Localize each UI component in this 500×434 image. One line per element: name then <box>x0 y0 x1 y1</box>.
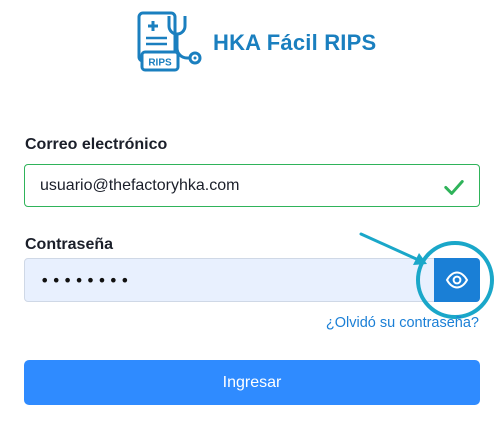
app-title: HKA Fácil RIPS <box>213 30 377 55</box>
password-field[interactable] <box>25 259 405 301</box>
medical-document-icon: RIPS <box>137 11 202 72</box>
email-field[interactable] <box>25 165 425 206</box>
email-field-container <box>24 164 480 207</box>
forgot-password-link[interactable]: ¿Olvidó su contraseña? <box>326 315 479 331</box>
svg-text:RIPS: RIPS <box>148 58 172 69</box>
show-password-button[interactable] <box>434 258 480 302</box>
email-label: Correo electrónico <box>25 136 168 153</box>
login-page: RIPS HKA Fácil RIPS Correo electrónico C… <box>0 0 500 434</box>
password-label: Contraseña <box>25 236 114 253</box>
eye-icon <box>445 271 469 289</box>
app-logo: RIPS HKA Fácil RIPS <box>133 10 376 76</box>
valid-check-icon <box>444 180 464 195</box>
login-button[interactable]: Ingresar <box>24 360 480 405</box>
password-field-container <box>24 258 480 302</box>
